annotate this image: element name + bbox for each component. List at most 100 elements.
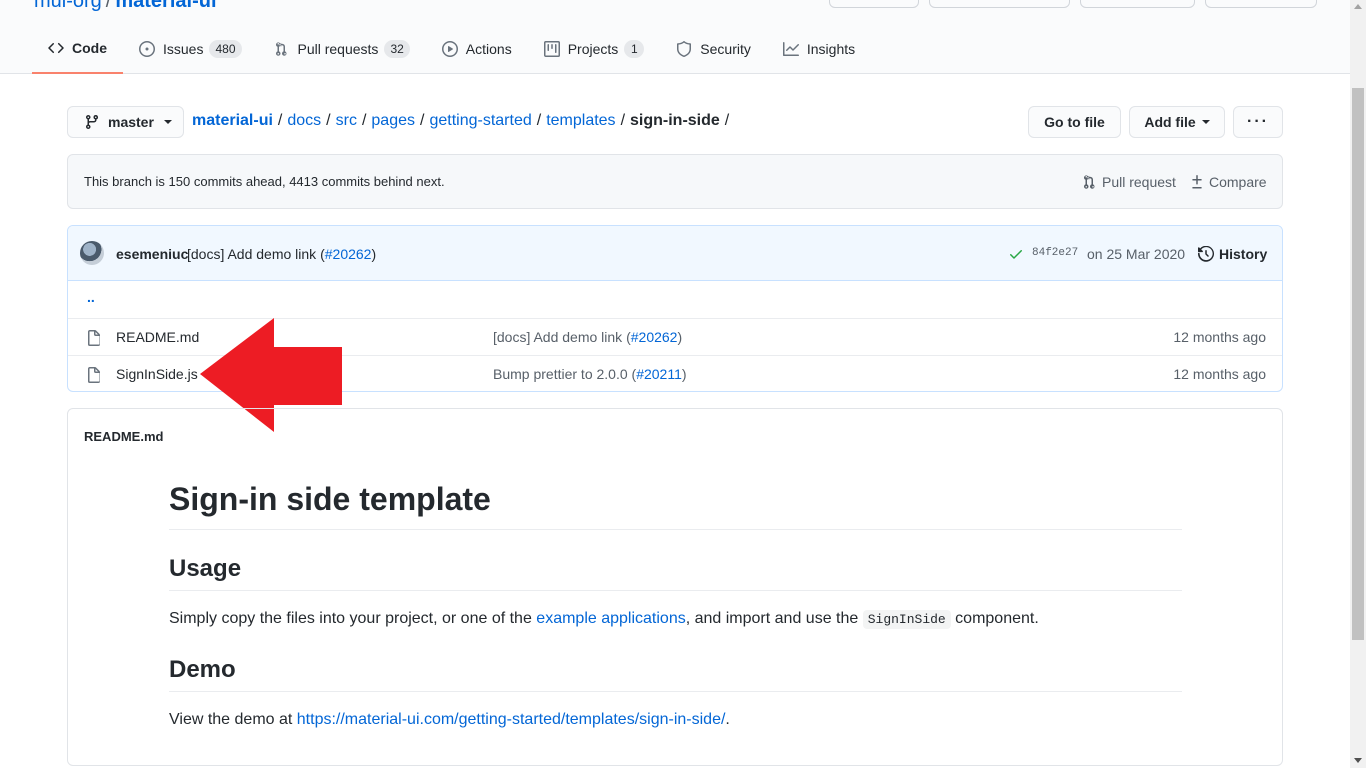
breadcrumb-separator: /	[724, 112, 730, 129]
file-commit-message-text[interactable]: Bump prettier to 2.0.0 (	[493, 366, 636, 382]
breadcrumb-link-src[interactable]: src	[336, 112, 357, 129]
tab-code[interactable]: Code	[32, 28, 123, 74]
chevron-down-icon	[1201, 120, 1210, 124]
breadcrumb-separator: /	[536, 112, 542, 129]
breadcrumb-separator: /	[361, 112, 367, 129]
usage-text: component.	[950, 610, 1039, 627]
demo-url-link[interactable]: https://material-ui.com/getting-started/…	[297, 711, 726, 728]
project-icon	[543, 41, 560, 57]
branch-status-text: This branch is 150 commits ahead, 4413 c…	[84, 174, 445, 189]
commit-date: on 25 Mar 2020	[1087, 246, 1186, 262]
breadcrumb-link-templates[interactable]: templates	[546, 112, 615, 129]
file-age: 12 months ago	[1173, 329, 1266, 345]
more-options-button[interactable]: ···	[1233, 106, 1283, 138]
breadcrumb-separator: /	[620, 112, 626, 129]
breadcrumb-separator: /	[420, 112, 425, 129]
tab-projects[interactable]: Projects 1	[528, 28, 661, 70]
issue-icon	[139, 41, 155, 57]
breadcrumb-link-docs[interactable]: docs	[287, 112, 321, 129]
tab-security[interactable]: Security	[660, 28, 767, 70]
code-icon	[48, 42, 64, 54]
commit-author-link[interactable]: esemeniuc	[116, 246, 188, 262]
readme-filename: README.md	[84, 429, 164, 444]
history-link[interactable]: History	[1198, 246, 1267, 262]
file-commit-message: [docs] Add demo link (#20262)	[493, 329, 682, 345]
file-path-breadcrumb: material-ui / docs / src / pages / getting-start…	[192, 112, 734, 130]
scroll-up-arrow-icon[interactable]	[1354, 4, 1362, 9]
repo-title-separator: /	[105, 0, 112, 12]
tab-insights-label: Insights	[806, 41, 856, 57]
demo-text: View the demo at	[169, 711, 297, 728]
tab-pull-requests[interactable]: Pull requests 32	[258, 28, 426, 70]
tab-code-label: Code	[72, 40, 107, 56]
parent-directory-row[interactable]: ..	[68, 281, 1282, 318]
usage-paragraph: Simply copy the files into your project,…	[169, 607, 1182, 631]
example-applications-link[interactable]: example applications	[536, 610, 685, 627]
add-file-button[interactable]: Add file	[1129, 106, 1225, 138]
readme-title-heading: Sign-in side template	[169, 479, 1182, 530]
file-icon	[88, 367, 100, 383]
parent-directory-link[interactable]: ..	[87, 289, 95, 305]
file-commit-pr-link[interactable]: #20211	[636, 366, 682, 382]
kebab-horizontal-icon: ···	[1247, 113, 1269, 130]
latest-commit-bar: esemeniuc [docs] Add demo link (#20262) …	[68, 226, 1282, 281]
star-button[interactable]	[929, 0, 1070, 8]
breadcrumb-root-link[interactable]: material-ui	[192, 112, 273, 129]
demo-heading: Demo	[169, 655, 1182, 692]
file-commit-pr-link[interactable]: #20262	[631, 329, 678, 345]
repo-name-link[interactable]: material-ui	[115, 0, 216, 12]
usage-text: Simply copy the files into your project,…	[169, 610, 537, 627]
file-commit-message-suffix: )	[681, 366, 687, 382]
scroll-thumb[interactable]	[1352, 88, 1364, 640]
readme-panel: README.md Sign-in side template Usage Si…	[67, 408, 1283, 766]
commit-message-text[interactable]: [docs] Add demo link (	[187, 246, 325, 262]
check-icon[interactable]	[1008, 246, 1024, 262]
commit-message-suffix: )	[371, 246, 377, 262]
pull-request-icon	[1084, 175, 1095, 189]
demo-text-suffix: .	[725, 711, 730, 728]
go-to-file-button[interactable]: Go to file	[1028, 106, 1121, 138]
file-name-link[interactable]: README.md	[116, 329, 199, 345]
chevron-down-icon	[163, 120, 172, 124]
graph-icon	[782, 42, 799, 56]
repo-owner-link[interactable]: mui-org	[34, 0, 102, 12]
watch-button[interactable]	[829, 0, 919, 8]
repo-title: mui-org / material-ui	[34, 0, 217, 13]
readme-content: Sign-in side template Usage Simply copy …	[169, 479, 1182, 732]
branch-select-button[interactable]: master	[67, 106, 184, 138]
sponsor-button[interactable]	[1205, 0, 1317, 8]
commit-sha-link[interactable]: 84f2e27	[1032, 247, 1078, 259]
pull-request-link-label: Pull request	[1102, 174, 1176, 190]
tab-issues[interactable]: Issues 480	[123, 28, 258, 70]
fork-button[interactable]	[1080, 0, 1195, 8]
compare-link[interactable]: Compare	[1189, 174, 1267, 190]
breadcrumb-link-getting-started[interactable]: getting-started	[429, 112, 531, 129]
inline-code: SignInSide	[862, 610, 951, 629]
tab-actions-label: Actions	[465, 41, 512, 57]
breadcrumb-link-pages[interactable]: pages	[371, 112, 415, 129]
breadcrumb-separator: /	[277, 112, 283, 129]
branch-icon	[86, 114, 98, 130]
issues-count-badge: 480	[209, 40, 242, 58]
tab-insights[interactable]: Insights	[767, 28, 871, 70]
pull-request-link[interactable]: Pull request	[1082, 174, 1176, 190]
file-age: 12 months ago	[1173, 366, 1266, 382]
play-icon	[441, 41, 458, 57]
shield-icon	[677, 41, 692, 57]
branch-info-box: This branch is 150 commits ahead, 4413 c…	[67, 154, 1283, 209]
go-to-file-label: Go to file	[1044, 114, 1105, 130]
add-file-label: Add file	[1144, 114, 1196, 130]
file-commit-message-suffix: )	[677, 329, 683, 345]
file-name-link[interactable]: SignInSide.js	[116, 366, 198, 382]
author-avatar[interactable]	[80, 241, 104, 265]
scroll-down-arrow-icon[interactable]	[1354, 758, 1362, 763]
tab-actions[interactable]: Actions	[426, 28, 528, 70]
file-icon	[88, 330, 100, 346]
file-commit-message: Bump prettier to 2.0.0 (#20211)	[493, 366, 687, 382]
history-icon	[1198, 246, 1214, 262]
file-commit-message-text[interactable]: [docs] Add demo link (	[493, 329, 631, 345]
compare-link-label: Compare	[1209, 174, 1267, 190]
page-scrollbar[interactable]	[1350, 0, 1366, 768]
diff-icon	[1192, 175, 1202, 189]
commit-pr-link[interactable]: #20262	[325, 246, 372, 262]
